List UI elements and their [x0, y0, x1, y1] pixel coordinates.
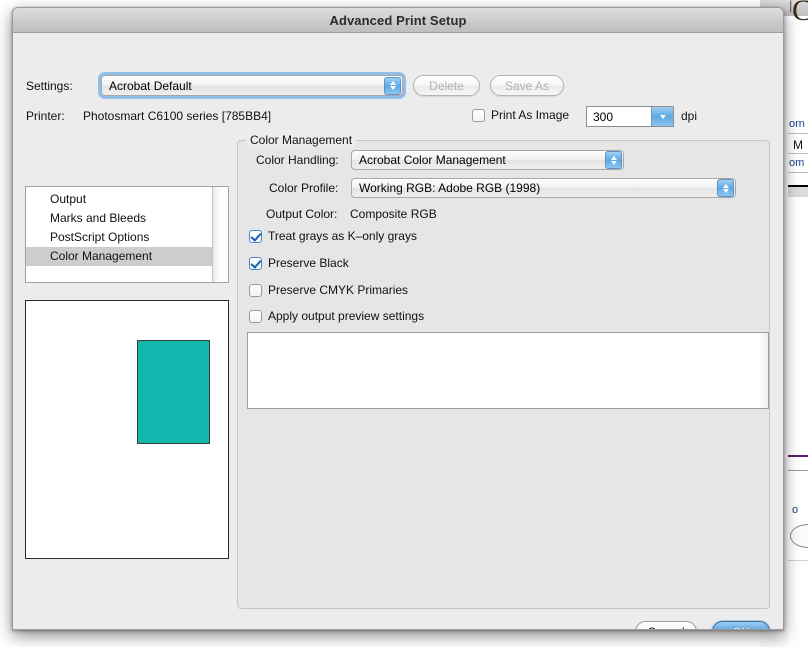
ok-button[interactable]: OK — [712, 621, 770, 629]
printer-label: Printer: — [26, 109, 65, 123]
preserve-black-checkbox[interactable] — [249, 256, 262, 270]
chevron-updown-icon — [717, 179, 734, 197]
color-handling-label: Color Handling: — [256, 153, 339, 167]
background-divider — [788, 153, 808, 154]
advanced-print-setup-dialog: Advanced Print Setup Settings: Acrobat D… — [12, 7, 784, 630]
background-divider — [788, 172, 808, 173]
treat-grays-row[interactable]: Treat grays as K–only grays — [249, 229, 417, 243]
color-profile-dropdown[interactable]: Working RGB: Adobe RGB (1998) — [351, 178, 736, 198]
settings-dropdown-value: Acrobat Default — [109, 78, 192, 93]
dialog-titlebar[interactable]: Advanced Print Setup — [13, 8, 783, 33]
preserve-black-label: Preserve Black — [268, 256, 349, 270]
print-as-image-row[interactable]: Print As Image — [472, 108, 569, 122]
print-panel-list[interactable]: Output Marks and Bleeds PostScript Optio… — [25, 186, 229, 283]
background-divider — [788, 133, 808, 134]
description-box — [247, 332, 769, 409]
sidebar-item-marks-and-bleeds[interactable]: Marks and Bleeds — [26, 209, 212, 228]
background-fragment-4: o — [792, 504, 799, 516]
background-divider — [788, 560, 808, 561]
cancel-button[interactable]: Cancel — [635, 621, 697, 629]
print-as-image-label: Print As Image — [491, 108, 570, 122]
background-divider — [788, 470, 808, 471]
dialog-title: Advanced Print Setup — [329, 12, 467, 28]
dialog-body: Settings: Acrobat Default Delete Save As… — [13, 33, 783, 629]
preserve-black-row[interactable]: Preserve Black — [249, 256, 349, 270]
color-profile-value: Working RGB: Adobe RGB (1998) — [359, 181, 541, 195]
background-fragment-2: M — [793, 138, 803, 152]
background-fragment-1: orn — [789, 118, 805, 130]
dpi-value: 300 — [593, 109, 614, 124]
preserve-cmyk-checkbox[interactable] — [249, 283, 262, 297]
description-box-edge — [758, 333, 768, 408]
print-preview — [25, 300, 229, 559]
sidebar-scrollbar[interactable] — [212, 187, 228, 282]
preview-artwork-rect — [137, 340, 210, 444]
color-handling-value: Acrobat Color Management — [359, 153, 506, 167]
background-rule-purple — [788, 455, 808, 457]
settings-label: Settings: — [26, 79, 73, 93]
background-fragment-3: om — [789, 157, 805, 169]
chevron-updown-icon — [605, 151, 622, 169]
dpi-unit-label: dpi — [681, 109, 698, 123]
chevron-down-icon[interactable] — [651, 107, 673, 126]
printer-value: Photosmart C6100 series [785BB4] — [83, 109, 272, 123]
color-profile-label: Color Profile: — [269, 181, 339, 195]
sidebar-item-color-management[interactable]: Color Management — [26, 247, 212, 266]
preserve-cmyk-label: Preserve CMYK Primaries — [268, 283, 409, 297]
print-as-image-checkbox[interactable] — [472, 108, 485, 122]
treat-grays-label: Treat grays as K–only grays — [268, 229, 417, 243]
output-color-value: Composite RGB — [350, 207, 437, 221]
chevron-updown-icon — [384, 76, 401, 95]
apply-output-preview-label: Apply output preview settings — [268, 309, 425, 323]
apply-output-preview-checkbox[interactable] — [249, 309, 262, 323]
background-toolbar-strip — [788, 187, 808, 197]
background-glyph-bar: | — [789, 0, 793, 13]
apply-output-preview-row[interactable]: Apply output preview settings — [249, 309, 424, 323]
sidebar-item-output[interactable]: Output — [26, 190, 212, 209]
sidebar-item-postscript-options[interactable]: PostScript Options — [26, 228, 212, 247]
settings-dropdown[interactable]: Acrobat Default — [101, 75, 403, 96]
color-management-group-title: Color Management — [246, 133, 357, 147]
treat-grays-checkbox[interactable] — [249, 229, 262, 243]
output-color-label: Output Color: — [266, 207, 338, 221]
print-panel-list-items: Output Marks and Bleeds PostScript Optio… — [26, 187, 212, 282]
save-as-button[interactable]: Save As — [490, 75, 564, 96]
background-glyph: C — [792, 0, 808, 27]
delete-button[interactable]: Delete — [413, 75, 480, 96]
dpi-combo-box[interactable]: 300 — [586, 106, 674, 127]
color-handling-dropdown[interactable]: Acrobat Color Management — [351, 150, 624, 170]
preserve-cmyk-row[interactable]: Preserve CMYK Primaries — [249, 283, 408, 297]
background-window-content — [788, 16, 808, 647]
